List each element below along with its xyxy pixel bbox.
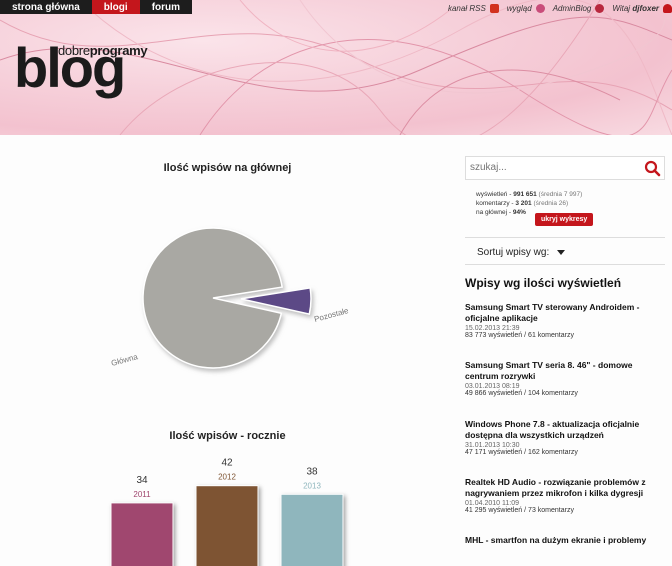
- comments-label: komentarzy: [476, 200, 510, 207]
- post-title[interactable]: Samsung Smart TV seria 8. 46" - domowe c…: [465, 360, 665, 382]
- look-link[interactable]: wygląd: [506, 3, 545, 13]
- top-links: kanał RSS wygląd AdminBlog Witaj djfoxer: [440, 0, 672, 16]
- palette-icon: [535, 3, 545, 13]
- popular-posts-title: Wpisy wg ilości wyświetleń: [465, 276, 622, 290]
- bar-2012: [195, 485, 259, 566]
- username: djfoxer: [632, 3, 659, 13]
- post-date: 03.01.2013 08:19: [465, 383, 520, 390]
- comments-value: 3 201: [515, 200, 532, 207]
- divider: [465, 237, 665, 238]
- post-comments: 61 komentarzy: [528, 332, 574, 339]
- post-stats: 41 295 wyświetleń / 73 komentarzy: [465, 507, 574, 514]
- post-stats: 83 773 wyświetleń / 61 komentarzy: [465, 332, 574, 339]
- main-pct: 94%: [512, 209, 526, 216]
- bar-value-label: 42: [221, 458, 233, 469]
- nav-tab-forum[interactable]: forum: [140, 0, 192, 14]
- settings-icon: [595, 3, 605, 13]
- bar-category-label: 2013: [303, 481, 321, 490]
- post-views: 47 171 wyświetleń: [465, 449, 523, 456]
- sort-label: Sortuj wpisy wg:: [477, 247, 550, 258]
- main-nav: strona główna blogi forum: [0, 0, 193, 14]
- post-views: 49 866 wyświetleń: [465, 390, 523, 397]
- pie-chart-title: Ilość wpisów na głównej: [163, 162, 292, 174]
- bar-2011: [110, 502, 174, 566]
- post-title[interactable]: Windows Phone 7.8 - aktualizacja oficjal…: [465, 419, 665, 441]
- bar-category-label: 2012: [218, 473, 236, 482]
- user-icon: [663, 3, 672, 13]
- sort-dropdown[interactable]: Sortuj wpisy wg:: [477, 247, 566, 258]
- sidebar: wyświetleń - 991 651 (średnia 7 997) kom…: [460, 140, 672, 546]
- views-avg: (średnia 7 997): [538, 191, 583, 198]
- post-views: 41 295 wyświetleń: [465, 507, 523, 514]
- nav-tab-blogs[interactable]: blogi: [91, 0, 140, 14]
- search-box: [465, 156, 665, 180]
- pie-label-main: Główna: [110, 352, 139, 368]
- hide-charts-button[interactable]: ukryj wykresy: [535, 213, 594, 226]
- admin-link-label: AdminBlog: [552, 3, 592, 13]
- divider: [465, 264, 665, 265]
- search-button[interactable]: [640, 157, 664, 179]
- charts-column: Ilość wpisów na głównej Główna Pozostałe…: [0, 140, 455, 566]
- comments-avg: (średnia 26): [533, 200, 569, 207]
- post-stats: 49 866 wyświetleń / 104 komentarzy: [465, 390, 578, 397]
- bar-chart: 34 2011 42 2012 38 2013: [110, 458, 344, 566]
- list-item[interactable]: MHL - smartfon na dużym ekranie i proble…: [465, 535, 665, 546]
- bar-chart-title: Ilość wpisów - rocznie: [169, 430, 286, 442]
- post-comments: 104 komentarzy: [528, 390, 578, 397]
- list-item[interactable]: Windows Phone 7.8 - aktualizacja oficjal…: [465, 419, 665, 456]
- welcome-label: Witaj: [612, 3, 631, 13]
- user-greeting[interactable]: Witaj djfoxer: [612, 3, 672, 13]
- pie-label-other: Pozostałe: [313, 306, 350, 324]
- blog-header: strona główna blogi forum kanał RSS wygl…: [0, 0, 672, 135]
- post-date: 01.04.2010 11:09: [465, 500, 519, 507]
- nav-tab-home[interactable]: strona główna: [0, 0, 92, 14]
- views-value: 991 651: [513, 191, 537, 198]
- post-views: 83 773 wyświetleń: [465, 332, 523, 339]
- search-input[interactable]: [466, 157, 634, 178]
- blog-logo[interactable]: blog: [14, 40, 126, 96]
- bar-2013: [280, 493, 344, 566]
- bar-value-label: 38: [306, 466, 318, 477]
- admin-link[interactable]: AdminBlog: [552, 3, 605, 13]
- list-item[interactable]: Samsung Smart TV seria 8. 46" - domowe c…: [465, 360, 665, 397]
- post-date: 31.01.2013 10:30: [465, 442, 520, 449]
- post-title[interactable]: MHL - smartfon na dużym ekranie i proble…: [465, 535, 665, 546]
- list-item[interactable]: Samsung Smart TV sterowany Androidem - o…: [465, 302, 665, 339]
- main-label: na głównej: [476, 209, 508, 216]
- pie-chart: Główna Pozostałe: [110, 227, 350, 369]
- post-stats: 47 171 wyświetleń / 162 komentarzy: [465, 449, 578, 456]
- bar-value-label: 34: [136, 475, 148, 486]
- rss-icon: [489, 3, 499, 13]
- post-date: 15.02.2013 21:39: [465, 325, 520, 332]
- look-link-label: wygląd: [506, 3, 532, 13]
- chevron-down-icon: [557, 250, 566, 255]
- post-title[interactable]: Realtek HD Audio - rozwiązanie problemów…: [465, 477, 665, 499]
- post-title[interactable]: Samsung Smart TV sterowany Androidem - o…: [465, 302, 665, 324]
- post-comments: 73 komentarzy: [528, 507, 574, 514]
- rss-link-label: kanał RSS: [447, 3, 486, 13]
- post-comments: 162 komentarzy: [528, 449, 578, 456]
- views-label: wyświetleń: [476, 191, 508, 198]
- rss-link[interactable]: kanał RSS: [447, 3, 499, 13]
- list-item[interactable]: Realtek HD Audio - rozwiązanie problemów…: [465, 477, 665, 514]
- bar-category-label: 2011: [133, 490, 151, 499]
- search-icon: [644, 160, 661, 177]
